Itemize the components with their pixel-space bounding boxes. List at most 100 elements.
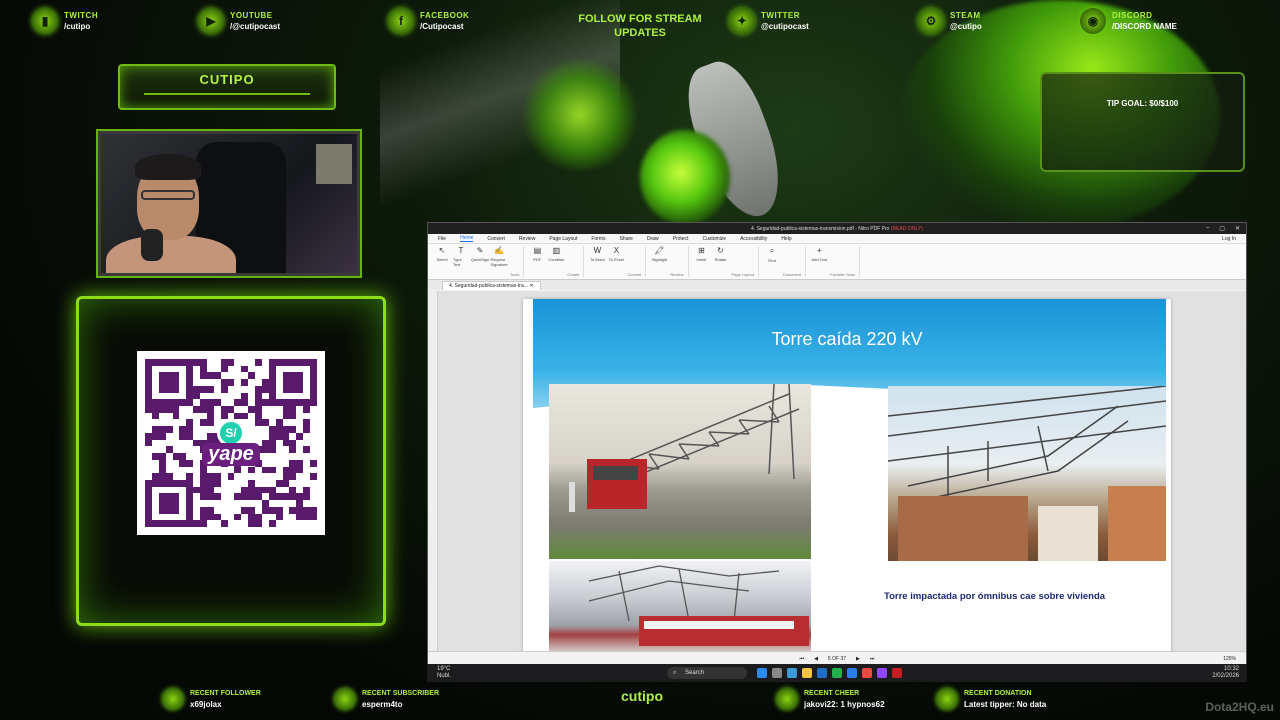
last-page-button[interactable]: ⏭ [870, 656, 875, 662]
quicksign-button[interactable]: ✎ QuickSign [470, 246, 490, 277]
qr-module [227, 365, 235, 373]
qr-module [179, 432, 187, 440]
menu-item-accessibility[interactable]: Accessibility [740, 236, 767, 242]
qr-module [289, 459, 297, 467]
glow-art [520, 60, 640, 170]
qr-module [213, 379, 221, 386]
qr-module [248, 493, 256, 501]
insert-button[interactable]: ⊞ Insert [694, 246, 710, 277]
chrome-icon[interactable] [862, 668, 872, 678]
ribbon-group-label: Review [670, 272, 684, 277]
qr-module [310, 459, 317, 467]
taskbar-search[interactable]: ⌕ Search [667, 667, 747, 679]
highlight-button[interactable]: 🖍 Highlight [651, 246, 668, 277]
edge-icon[interactable] [787, 668, 797, 678]
to-excel-icon: X [613, 246, 620, 255]
menu-item-protect[interactable]: Protect [673, 236, 689, 242]
qr-module [151, 459, 159, 467]
qr-module [220, 365, 228, 373]
page-indicator[interactable]: 5 OF 37 [828, 656, 846, 662]
ribbon-button-label: QuickSign [470, 257, 490, 262]
weather-widget[interactable]: 19°C Nubl. [437, 666, 451, 680]
qr-module [241, 372, 249, 380]
pdf-button[interactable]: ▤ PDF [529, 246, 545, 277]
obs-icon[interactable] [877, 668, 887, 678]
qr-module [282, 372, 290, 380]
qr-module [179, 520, 187, 527]
next-page-button[interactable]: ▶ [856, 656, 860, 662]
qr-module [248, 500, 256, 507]
qr-module [193, 392, 201, 400]
qr-module [158, 426, 166, 433]
menu-item-file[interactable]: File [438, 236, 446, 242]
whatsapp-icon[interactable] [832, 668, 842, 678]
menu-item-help[interactable]: Help [781, 236, 791, 242]
qr-module [158, 459, 166, 467]
menu-item-home[interactable]: Home [460, 235, 474, 242]
pdf-app-icon[interactable] [892, 668, 902, 678]
qr-module [165, 385, 173, 393]
select-button[interactable]: ↖ Select [434, 246, 450, 277]
find-button[interactable]: ⌕ Find [764, 246, 780, 277]
qr-module [296, 493, 304, 501]
qr-module [234, 500, 242, 507]
menu-bar: File Home Convert Review Page Layout Forms Sha… [428, 234, 1246, 244]
qr-module [268, 365, 276, 373]
task-view-icon[interactable] [772, 668, 782, 678]
qr-module [296, 365, 304, 373]
follow-text: FOLLOW FOR STREAM UPDATES [578, 13, 702, 39]
add-tool-button[interactable]: + Add Tool [811, 246, 827, 277]
qr-module [151, 372, 159, 380]
qr-module [165, 493, 173, 501]
combine-button[interactable]: ▥ Combine [548, 246, 564, 277]
request-signature-button[interactable]: ✍ Request Signature [490, 246, 507, 277]
to-word-button[interactable]: W To Word [589, 246, 605, 277]
qr-module [151, 392, 159, 400]
qr-module [289, 392, 297, 400]
qr-module [206, 385, 214, 393]
qr-module [179, 399, 187, 407]
zoom-level[interactable]: 125% [1223, 656, 1236, 662]
menu-item-convert[interactable]: Convert [487, 236, 505, 242]
store-icon[interactable] [817, 668, 827, 678]
qr-module [310, 439, 317, 447]
login-button[interactable]: Log In [1222, 236, 1236, 242]
menu-item-page-layout[interactable]: Page Layout [549, 236, 577, 242]
stat-label: RECENT SUBSCRIBER [362, 690, 440, 697]
menu-item-draw[interactable]: Draw [647, 236, 659, 242]
close-tab-icon[interactable]: ✕ [529, 283, 533, 289]
vscode-icon[interactable] [847, 668, 857, 678]
qr-module [275, 466, 283, 474]
windows-start-icon[interactable] [757, 668, 767, 678]
qr-module [158, 493, 166, 501]
menu-item-review[interactable]: Review [519, 236, 535, 242]
menu-item-share[interactable]: Share [620, 236, 633, 242]
qr-module [193, 385, 201, 393]
ribbon-group-label: Page Layout [731, 272, 754, 277]
ribbon-button-label: Combine [548, 257, 565, 262]
document-tab[interactable]: 4. Seguridad-publica-sistemas-tra... ✕ [442, 281, 541, 290]
first-page-button[interactable]: ⏮ [800, 656, 805, 662]
qr-module [165, 426, 173, 433]
qr-module [248, 486, 256, 494]
qr-module [145, 399, 152, 407]
to-excel-button[interactable]: X To Excel [608, 246, 624, 277]
prev-page-button[interactable]: ◀ [814, 656, 818, 662]
qr-module [303, 365, 311, 373]
type-text-button[interactable]: T Type Text [453, 246, 469, 277]
qr-module [296, 412, 304, 420]
qr-module [275, 379, 283, 386]
document-viewer[interactable]: Torre caída 220 kV Torre impactada por ó… [438, 291, 1246, 659]
qr-module [179, 493, 187, 501]
qr-module [289, 453, 297, 460]
menu-item-customize[interactable]: Customize [702, 236, 726, 242]
file-explorer-icon[interactable] [802, 668, 812, 678]
menu-item-forms[interactable]: Forms [591, 236, 605, 242]
ribbon-button-label: Type Text [453, 257, 462, 267]
taskbar-clock[interactable]: 10:32 2/02/2026 [1212, 666, 1239, 680]
qr-module [268, 486, 276, 494]
rotate-button[interactable]: ↻ Rotate [713, 246, 729, 277]
qr-module [200, 500, 207, 507]
left-panel[interactable] [428, 291, 438, 651]
slide-caption: Torre impactada por ómnibus cae sobre vi… [884, 591, 1106, 602]
